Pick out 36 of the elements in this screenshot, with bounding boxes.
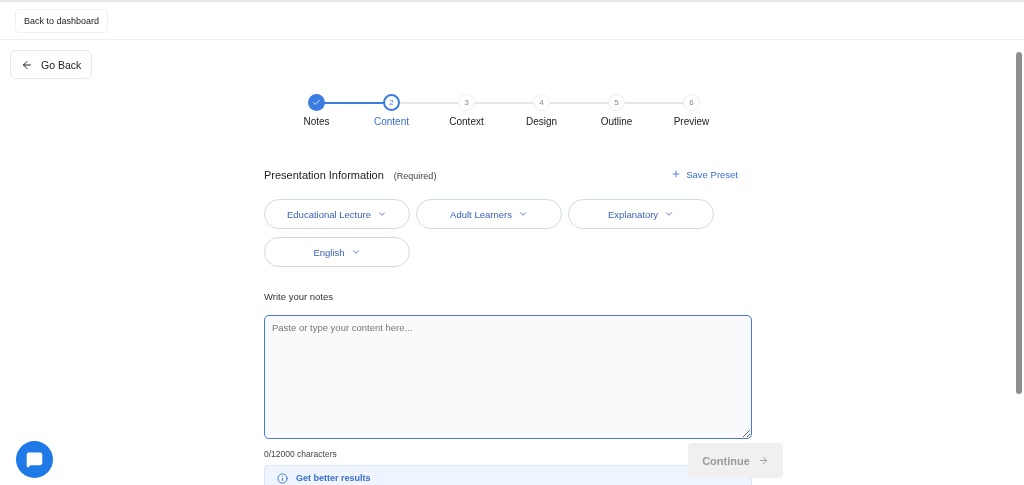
plus-icon <box>671 169 682 179</box>
step-label: Design <box>525 116 558 127</box>
step-label: Preview <box>673 116 710 127</box>
back-to-dashboard-button[interactable]: Back to dashboard <box>15 8 109 33</box>
chat-bubble-icon <box>26 451 43 468</box>
step-label: Content <box>374 116 409 127</box>
arrow-right-icon <box>757 455 769 466</box>
chevron-down-icon <box>350 247 361 257</box>
chat-button[interactable] <box>16 441 53 478</box>
scrollbar-thumb[interactable] <box>1016 52 1022 394</box>
save-preset-button[interactable]: Save Preset <box>665 167 744 181</box>
tip-title: Get better results <box>296 473 371 483</box>
dropdown-chip[interactable]: English <box>264 237 410 267</box>
step-indicator: 4 <box>533 94 550 111</box>
notes-label: Write your notes <box>264 291 334 302</box>
chevron-down-icon <box>664 209 675 219</box>
dropdown-chip[interactable]: Educational Lecture <box>264 199 410 229</box>
step-indicator: 5 <box>608 94 625 111</box>
step-label: Context <box>449 116 484 127</box>
chevron-down-icon <box>377 209 387 219</box>
character-count: 0/12000 characters <box>264 449 338 459</box>
notes-field[interactable]: Paste or type your content here... <box>264 315 752 439</box>
info-icon <box>277 473 288 484</box>
go-back-button[interactable]: Go Back <box>10 50 93 79</box>
step-indicator: 3 <box>458 94 475 111</box>
required-note: (Required) <box>393 171 437 181</box>
arrow-left-icon <box>21 58 33 71</box>
section-title: Presentation Information <box>264 169 384 181</box>
step-label: Notes <box>303 116 330 127</box>
chevron-down-icon <box>517 209 528 219</box>
dropdown-chip[interactable]: Adult Learners <box>416 199 562 229</box>
step-label: Outline <box>600 116 633 127</box>
step-indicator: 2 <box>383 94 400 111</box>
dropdown-chip[interactable]: Explanatory <box>568 199 714 229</box>
check-icon <box>312 98 321 107</box>
step-indicator: 6 <box>683 94 700 111</box>
